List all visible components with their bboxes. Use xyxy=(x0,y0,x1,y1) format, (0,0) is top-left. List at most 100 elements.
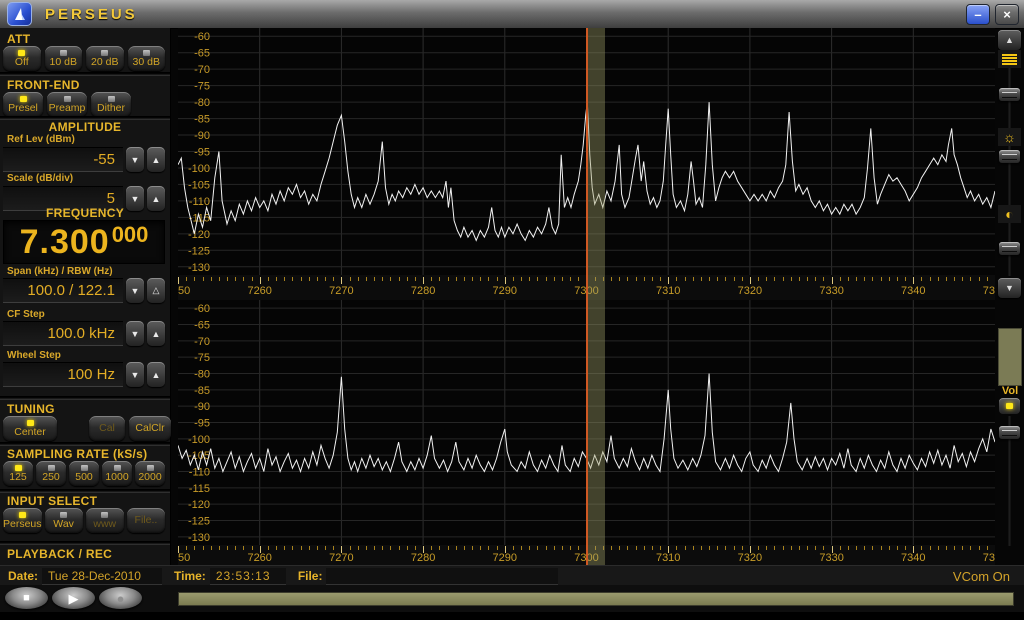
contrast-icon: ◐ xyxy=(998,205,1021,223)
button-label: 500 xyxy=(75,472,93,483)
10-db-button[interactable]: 10 dB xyxy=(45,46,83,71)
frequency-tick xyxy=(448,546,449,550)
frequency-tick xyxy=(750,277,751,284)
cf-step-up-button[interactable]: ▲ xyxy=(147,321,165,346)
cal-button[interactable]: Cal xyxy=(89,416,125,441)
frequency-tick xyxy=(783,277,784,281)
play-icon: ▶ xyxy=(69,592,79,605)
dither-button[interactable]: Dither xyxy=(91,92,131,117)
frequency-tick-label: 7310 xyxy=(656,285,680,297)
recording-progress-bar[interactable] xyxy=(178,592,1014,606)
title-bar[interactable]: PERSEUS – × xyxy=(0,0,1024,29)
front-end-button-group: Presel Preamp Dither xyxy=(3,92,165,117)
frequency-display[interactable]: 7.300000 xyxy=(3,220,165,264)
close-button[interactable]: × xyxy=(995,4,1019,25)
frequency-tick xyxy=(742,277,743,281)
stop-button[interactable]: ■ xyxy=(5,587,48,609)
frequency-tick xyxy=(268,277,269,281)
minimize-button[interactable]: – xyxy=(966,4,990,25)
1000-button[interactable]: 1000 xyxy=(102,461,132,486)
volume-label: Vol xyxy=(997,385,1023,397)
palette-bars-icon xyxy=(1002,54,1017,65)
calclr-button[interactable]: CalClr xyxy=(129,416,171,441)
20-db-button[interactable]: 20 dB xyxy=(86,46,124,71)
frequency-tick xyxy=(636,546,637,550)
svg-text:-125: -125 xyxy=(188,516,210,528)
frequency-tick-label: 7250 xyxy=(178,285,190,297)
play-button[interactable]: ▶ xyxy=(52,587,95,609)
frequency-tick xyxy=(840,546,841,550)
frequency-tick xyxy=(423,277,424,284)
125-button[interactable]: 125 xyxy=(3,461,33,486)
500-button[interactable]: 500 xyxy=(69,461,99,486)
palette-icon[interactable] xyxy=(998,50,1021,68)
frequency-tick xyxy=(734,546,735,550)
wheel-step-field[interactable]: 100 Hz xyxy=(3,362,123,387)
frequency-tick xyxy=(505,277,506,284)
wheel-step-up-button[interactable]: ▲ xyxy=(147,362,165,387)
center-button[interactable]: Center xyxy=(3,416,57,441)
divider xyxy=(0,489,170,493)
brightness-slider-handle[interactable] xyxy=(999,150,1020,163)
frequency-tick-label: 7250 xyxy=(178,552,190,564)
ref-lev-up-button[interactable]: ▲ xyxy=(147,147,165,172)
frequency-tick xyxy=(962,546,963,550)
2000-button[interactable]: 2000 xyxy=(135,461,165,486)
frequency-tick xyxy=(807,546,808,550)
frequency-tick xyxy=(546,546,547,550)
button-label: www xyxy=(93,519,116,530)
frequency-tick xyxy=(529,277,530,281)
frequency-tick xyxy=(709,277,710,281)
span-up-button[interactable]: △ xyxy=(147,278,165,303)
button-label: 1000 xyxy=(105,472,128,483)
wideband-spectrum-plot[interactable]: -60-65-70-75-80-85-90-95-100-105-110-115… xyxy=(178,28,995,275)
scroll-down-button[interactable]: ▼ xyxy=(998,278,1021,298)
vcom-status: VCom On xyxy=(953,569,1010,584)
ref-lev-field[interactable]: -55 xyxy=(3,147,123,172)
sampling-rate-button-group: 125250 500 1000 2000 xyxy=(3,461,165,486)
demodulator-spectrum-plot[interactable]: -60-65-70-75-80-85-90-95-100-105-110-115… xyxy=(178,300,995,545)
preamp-button[interactable]: Preamp xyxy=(47,92,87,117)
ref-lev-down-button[interactable]: ▼ xyxy=(126,147,144,172)
span-down-button[interactable]: ▼ xyxy=(126,278,144,303)
svg-text:-65: -65 xyxy=(194,48,210,60)
volume-enable-button[interactable] xyxy=(999,398,1020,414)
svg-text:-95: -95 xyxy=(194,147,210,159)
frequency-tick xyxy=(317,546,318,550)
frequency-tick-label: 7310 xyxy=(656,552,680,564)
30-db-button[interactable]: 30 dB xyxy=(128,46,166,71)
window-title: PERSEUS xyxy=(45,6,138,23)
contrast-slider-handle[interactable] xyxy=(999,242,1020,255)
frequency-tick xyxy=(415,277,416,281)
frequency-tick xyxy=(203,277,204,281)
button-label: Preamp xyxy=(49,103,86,114)
frequency-tick xyxy=(872,546,873,550)
presel-button[interactable]: Presel xyxy=(3,92,43,117)
frequency-tick-label: 7340 xyxy=(901,552,925,564)
cf-step-down-button[interactable]: ▼ xyxy=(126,321,144,346)
stop-icon: ■ xyxy=(23,593,30,604)
frequency-tick xyxy=(366,546,367,550)
frequency-tick xyxy=(791,277,792,281)
volume-slider-handle[interactable] xyxy=(999,426,1020,439)
cf-step-field[interactable]: 100.0 kHz xyxy=(3,321,123,346)
off-button[interactable]: Off xyxy=(3,46,41,71)
file-button[interactable]: File.. xyxy=(127,508,165,533)
frequency-tick xyxy=(848,277,849,281)
250-button[interactable]: 250 xyxy=(36,461,66,486)
frequency-tick xyxy=(897,277,898,281)
frequency-tick xyxy=(464,277,465,281)
wheel-step-down-button[interactable]: ▼ xyxy=(126,362,144,387)
palette-slider-handle[interactable] xyxy=(999,88,1020,101)
www-button[interactable]: www xyxy=(86,508,124,533)
record-button[interactable]: ● xyxy=(99,587,142,609)
led-indicator xyxy=(81,465,88,471)
perseus-button[interactable]: Perseus xyxy=(3,508,42,533)
wav-button[interactable]: Wav xyxy=(45,508,83,533)
frequency-tick xyxy=(317,277,318,281)
scroll-up-button[interactable]: ▲ xyxy=(998,30,1021,50)
frequency-tick xyxy=(260,277,261,284)
led-indicator xyxy=(15,465,22,471)
span-rbw-field[interactable]: 100.0 / 122.1 xyxy=(3,278,123,303)
frequency-tick xyxy=(709,546,710,550)
